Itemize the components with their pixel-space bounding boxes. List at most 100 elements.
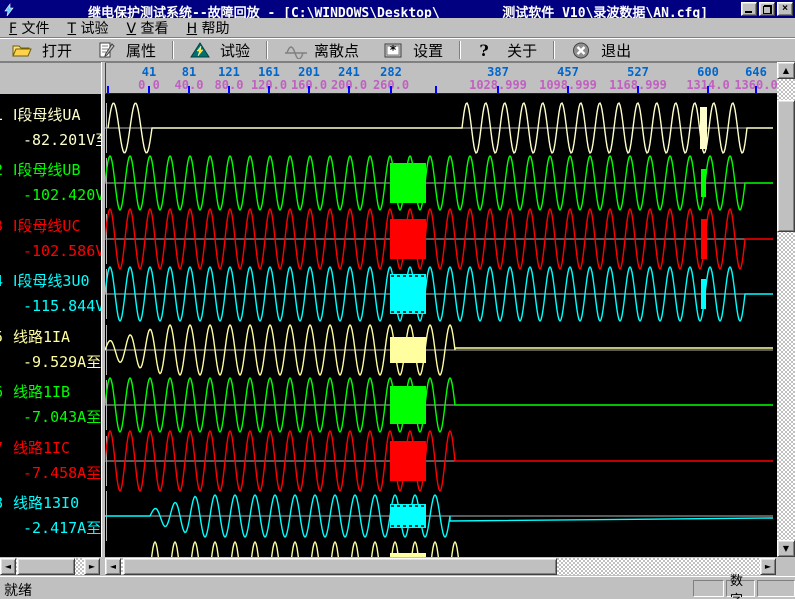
status-ready-text: 就绪 <box>4 580 32 599</box>
vertical-scroll-track[interactable] <box>777 79 795 540</box>
settings-icon: * <box>383 42 403 59</box>
menu-item-试验[interactable]: T 试验 <box>59 17 118 39</box>
ruler-tick <box>148 86 150 93</box>
menu-bar: F 文件T 试验V 查看H 帮助 <box>0 18 795 38</box>
sidebar-scroll-track[interactable] <box>16 558 84 575</box>
menu-hotkey: T <box>68 21 77 37</box>
properties-icon <box>96 42 116 59</box>
channel-number: 2 <box>0 161 3 179</box>
vertical-scroll-thumb[interactable] <box>777 100 795 232</box>
app-icon[interactable] <box>2 2 16 16</box>
channel-name: 线路1IA <box>13 328 70 346</box>
waveform-area[interactable] <box>105 94 777 557</box>
status-panel-blank-2 <box>757 580 795 597</box>
cursor-mark-3 <box>701 219 707 259</box>
channel-range: -7.458A至7. <box>23 464 101 482</box>
toolbar-button-关于[interactable]: ?关于 <box>465 39 549 61</box>
close-button[interactable]: × <box>777 2 793 16</box>
toolbar: 打开 属性 试验 离散点 * 设置 ?关于退出 <box>0 39 795 62</box>
channel-name: 线路13I0 <box>13 494 79 512</box>
ruler-sample-label: 161 <box>258 65 280 79</box>
cursor-mark-1 <box>700 107 707 149</box>
waveform-scroll-thumb[interactable] <box>123 558 557 575</box>
horizontal-scroll-row: ◄ ► ◄ ► <box>0 557 795 576</box>
sidebar-scroll-left-button[interactable]: ◄ <box>0 558 16 575</box>
ruler-tick <box>308 86 310 93</box>
event-square-2 <box>390 163 426 203</box>
channel-name: Ⅰ段母线UC <box>13 217 81 235</box>
channel-number: 1 <box>0 106 3 124</box>
event-square-6 <box>390 386 426 424</box>
sidebar-horizontal-scrollbar[interactable]: ◄ ► <box>0 558 100 575</box>
time-ruler: 410.08140.012180.0161120.0201160.0241200… <box>105 63 777 95</box>
down-arrow-icon: ▼ <box>783 544 789 553</box>
channel-name: Ⅰ段母线UB <box>13 161 81 179</box>
vertical-scrollbar[interactable]: ▲ ▼ <box>777 62 795 557</box>
title-bar: 继电保护测试系统--故障回放 - [C:\WINDOWS\Desktop\ 测试… <box>0 0 795 18</box>
toolbar-button-试验[interactable]: 试验 <box>178 39 262 61</box>
channel-range: -2.417A至4. <box>23 519 101 537</box>
ruler-tick <box>268 86 270 93</box>
app-window: 继电保护测试系统--故障回放 - [C:\WINDOWS\Desktop\ 测试… <box>0 0 795 599</box>
channel-name: 线路1IB <box>13 383 70 401</box>
scroll-up-button[interactable]: ▲ <box>777 62 795 79</box>
about-icon: ? <box>477 42 497 59</box>
toolbar-button-label: 离散点 <box>314 40 359 61</box>
exit-icon <box>571 42 591 59</box>
minimize-button[interactable] <box>741 2 757 16</box>
channel-range: -102.586V至 <box>23 242 101 260</box>
ruler-tick <box>390 86 392 93</box>
menu-item-帮助[interactable]: H 帮助 <box>178 17 239 39</box>
channel-sidebar: 1Ⅰ段母线UA-82.201V至82Ⅰ段母线UB-102.420V至3Ⅰ段母线U… <box>0 94 101 557</box>
waveform-scroll-right-button[interactable]: ► <box>760 558 776 575</box>
ruler-sample-label: 527 <box>627 65 649 79</box>
ruler-sample-label: 81 <box>182 65 196 79</box>
menu-hotkey: F <box>9 21 17 37</box>
toolbar-button-退出[interactable]: 退出 <box>559 39 643 61</box>
toolbar-button-离散点[interactable]: 离散点 <box>272 39 371 61</box>
up-arrow-icon: ▲ <box>783 66 789 75</box>
channel-number: 6 <box>0 383 3 401</box>
restore-icon <box>763 5 772 14</box>
channel-name: Ⅰ段母线3U0 <box>13 272 90 290</box>
toolbar-button-属性[interactable]: 属性 <box>84 39 168 61</box>
ruler-tick <box>228 86 230 93</box>
event-square-5 <box>390 337 426 363</box>
toolbar-button-label: 属性 <box>126 40 156 61</box>
ruler-tick <box>107 86 109 93</box>
ruler-sample-label: 387 <box>487 65 509 79</box>
channel-range: -102.420V至 <box>23 186 101 204</box>
scroll-down-button[interactable]: ▼ <box>777 540 795 557</box>
channel-range: -115.844V至 <box>23 297 101 315</box>
toolbar-button-label: 打开 <box>42 40 72 61</box>
toolbar-button-打开[interactable]: 打开 <box>0 39 84 61</box>
left-arrow-icon: ◄ <box>5 562 11 571</box>
open-folder-icon <box>12 42 32 59</box>
sidebar-scroll-thumb[interactable] <box>17 558 75 575</box>
ruler-tick <box>435 86 437 93</box>
event-square-7 <box>390 441 426 481</box>
waveform-scroll-left-button[interactable]: ◄ <box>105 558 121 575</box>
channel-name: 线路1IC <box>13 439 70 457</box>
test-icon <box>190 42 210 59</box>
close-icon: × <box>782 4 788 14</box>
restore-button[interactable] <box>759 2 775 16</box>
ruler-band: 410.08140.012180.0161120.0201160.0241200… <box>0 62 795 94</box>
ruler-tick <box>755 86 757 93</box>
waveform-horizontal-scrollbar[interactable]: ◄ ► <box>105 558 776 575</box>
menu-item-文件[interactable]: F 文件 <box>0 17 59 39</box>
cursor-mark-2 <box>701 169 706 197</box>
channel-number: 3 <box>0 217 3 235</box>
right-arrow-icon: ► <box>765 562 771 571</box>
channel-range: -82.201V至8 <box>23 131 101 149</box>
toolbar-button-label: 试验 <box>220 40 250 61</box>
status-panel-mode: 数字 <box>726 580 755 597</box>
event-square-8 <box>390 504 426 528</box>
channel-number: 4 <box>0 272 3 290</box>
toolbar-button-设置[interactable]: * 设置 <box>371 39 455 61</box>
sidebar-scroll-right-button[interactable]: ► <box>84 558 100 575</box>
waveform-scroll-track[interactable] <box>121 558 760 575</box>
event-square-3 <box>390 219 426 259</box>
menu-item-查看[interactable]: V 查看 <box>118 17 178 39</box>
toolbar-button-label: 设置 <box>413 40 443 61</box>
